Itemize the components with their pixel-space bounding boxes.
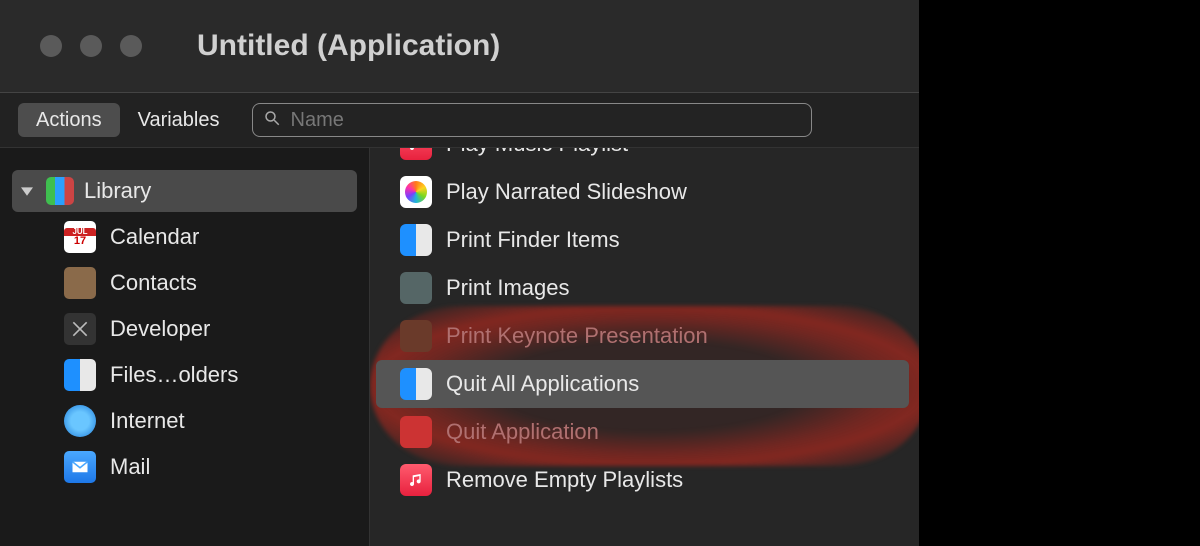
keynote-icon (400, 320, 432, 352)
close-window-button[interactable] (40, 35, 62, 57)
action-item-quit-application[interactable]: Quit Application (376, 408, 909, 456)
action-item-print-finder-items[interactable]: Print Finder Items (376, 216, 909, 264)
action-label: Play Music Playlist (446, 148, 628, 157)
automator-window: Untitled (Application) Actions Variables… (0, 0, 920, 546)
sidebar-item-label: Calendar (110, 224, 199, 250)
tab-variables[interactable]: Variables (120, 103, 238, 137)
sidebar-library-header[interactable]: Library (12, 170, 357, 212)
tab-actions[interactable]: Actions (18, 103, 120, 137)
action-item-print-keynote-presentation[interactable]: Print Keynote Presentation (376, 312, 909, 360)
titlebar: Untitled (Application) (0, 0, 919, 92)
mail-icon (64, 451, 96, 483)
zoom-window-button[interactable] (120, 35, 142, 57)
action-item-print-images[interactable]: Print Images (376, 264, 909, 312)
sidebar-item-label: Contacts (110, 270, 197, 296)
sidebar-item-label: Developer (110, 316, 210, 342)
sidebar-item-files-folders[interactable]: Files…olders (12, 354, 357, 396)
library-mode-segmented: Actions Variables (18, 103, 238, 137)
finder-icon (400, 224, 432, 256)
sidebar-item-mail[interactable]: Mail (12, 446, 357, 488)
sidebar-item-contacts[interactable]: Contacts (12, 262, 357, 304)
developer-icon (64, 313, 96, 345)
preview-icon (400, 272, 432, 304)
sidebar-item-internet[interactable]: Internet (12, 400, 357, 442)
traffic-lights (40, 35, 142, 57)
music-icon (400, 464, 432, 496)
action-item-quit-all-applications[interactable]: Quit All Applications (376, 360, 909, 408)
action-label: Print Finder Items (446, 227, 620, 253)
window-title: Untitled (Application) (197, 29, 500, 63)
music-icon (400, 148, 432, 160)
action-label: Quit All Applications (446, 371, 639, 397)
action-label: Quit Application (446, 419, 599, 445)
action-label: Play Narrated Slideshow (446, 179, 687, 205)
sidebar-item-label: Internet (110, 408, 185, 434)
library-icon (46, 177, 74, 205)
finder-icon (64, 359, 96, 391)
action-label: Print Keynote Presentation (446, 323, 708, 349)
action-label: Print Images (446, 275, 570, 301)
action-item-play-music-playlist[interactable]: Play Music Playlist (376, 148, 909, 168)
library-sidebar: Library JUL17 Calendar Contacts Develope… (0, 148, 370, 546)
library-label: Library (84, 178, 151, 204)
app-icon (400, 416, 432, 448)
photos-icon (400, 176, 432, 208)
sidebar-item-developer[interactable]: Developer (12, 308, 357, 350)
search-field[interactable] (252, 103, 812, 137)
chevron-down-icon (18, 185, 36, 197)
library-body: Library JUL17 Calendar Contacts Develope… (0, 148, 919, 546)
minimize-window-button[interactable] (80, 35, 102, 57)
finder-icon (400, 368, 432, 400)
sidebar-item-label: Files…olders (110, 362, 238, 388)
actions-list[interactable]: Play Music Playlist Play Narrated Slides… (370, 148, 919, 546)
library-toolbar: Actions Variables (0, 92, 919, 148)
workflow-canvas-area[interactable] (920, 0, 1200, 546)
search-input[interactable] (289, 108, 801, 133)
contacts-icon (64, 267, 96, 299)
action-item-remove-empty-playlists[interactable]: Remove Empty Playlists (376, 456, 909, 504)
sidebar-item-calendar[interactable]: JUL17 Calendar (12, 216, 357, 258)
calendar-icon: JUL17 (64, 221, 96, 253)
sidebar-item-label: Mail (110, 454, 150, 480)
internet-icon (64, 405, 96, 437)
action-item-play-narrated-slideshow[interactable]: Play Narrated Slideshow (376, 168, 909, 216)
action-label: Remove Empty Playlists (446, 467, 683, 493)
search-icon (263, 109, 281, 132)
